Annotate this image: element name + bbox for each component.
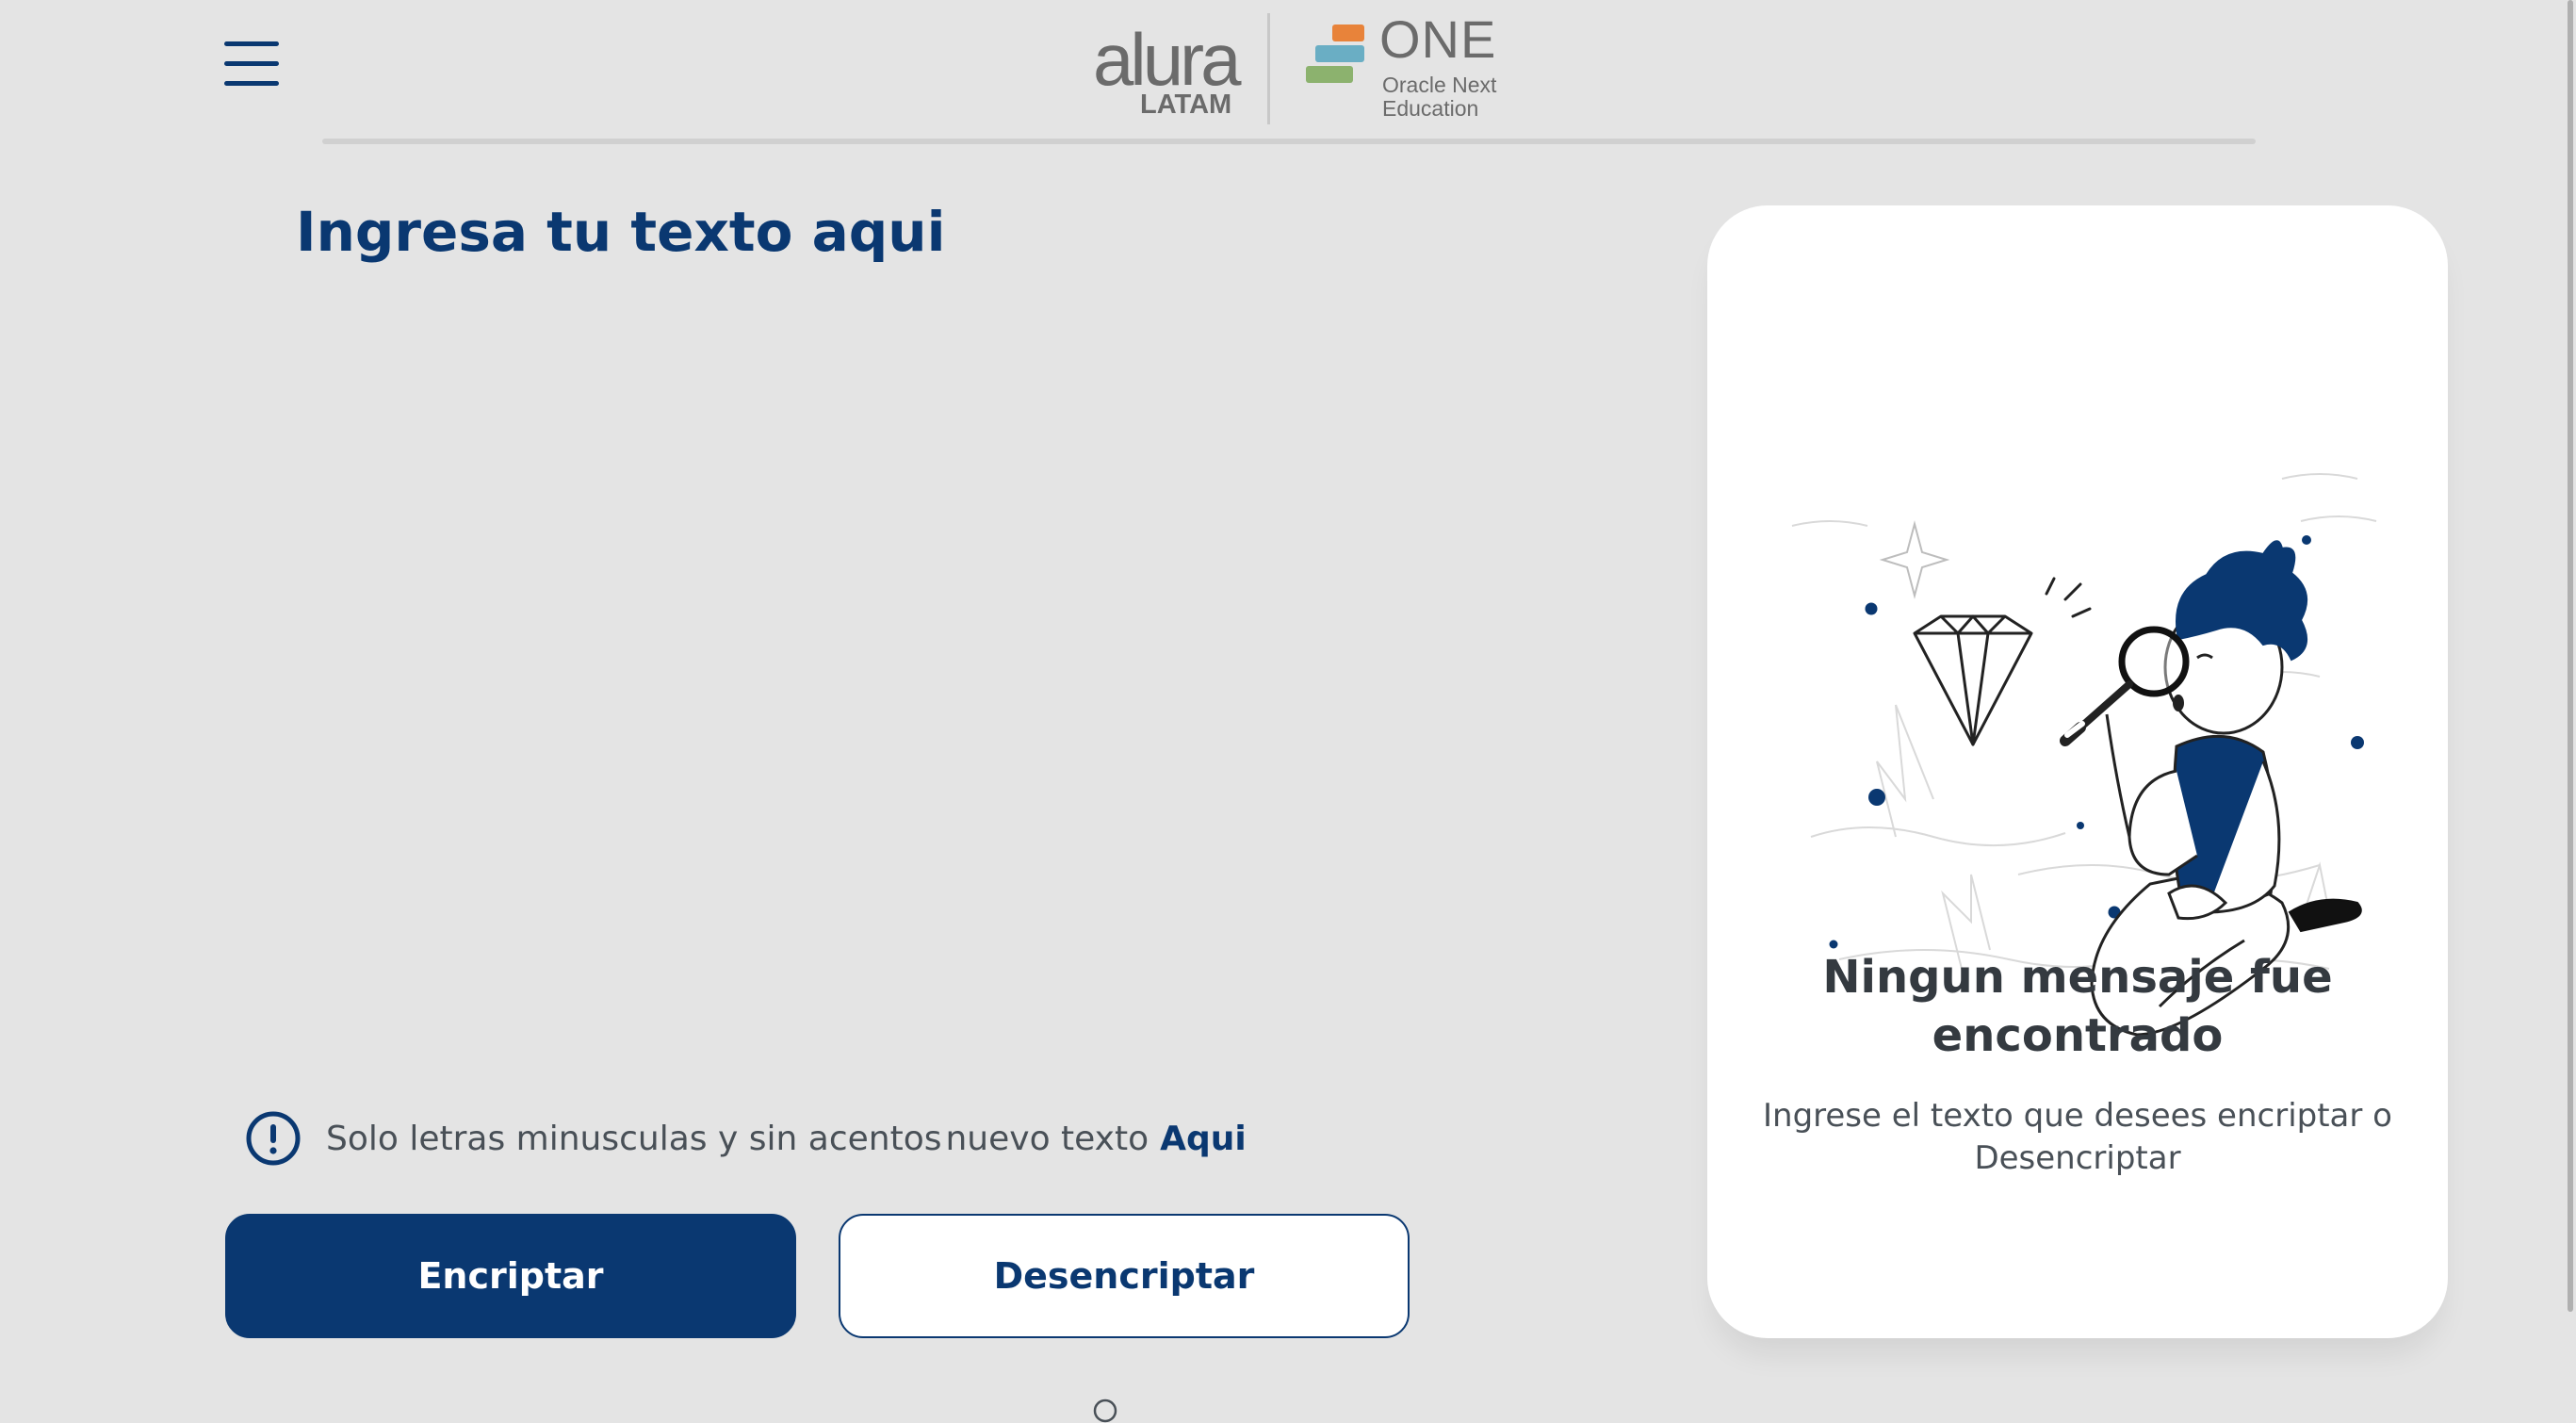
one-logo-mark-icon xyxy=(1306,25,1364,83)
one-logo-subtitle-line1: Oracle Next xyxy=(1382,73,1497,97)
alura-latam-logo: alura LATAM xyxy=(1093,17,1241,121)
one-logo-subtitle: Oracle Next Education xyxy=(1382,74,1524,121)
exclamation-circle-icon xyxy=(246,1111,301,1166)
hamburger-menu-icon[interactable] xyxy=(224,41,281,89)
hint-link[interactable]: Aqui xyxy=(1160,1120,1247,1158)
encrypt-button[interactable]: Encriptar xyxy=(225,1214,796,1338)
hint-row: Solo letras minusculas y sin acentos nue… xyxy=(245,1108,1247,1169)
logo-divider xyxy=(1267,13,1270,124)
one-logo-subtitle-line2: Education xyxy=(1382,96,1479,121)
footer xyxy=(1093,1398,1127,1423)
text-input[interactable] xyxy=(296,200,1379,1029)
header-divider xyxy=(322,139,2256,144)
result-description: Ingrese el texto que desees encriptar o … xyxy=(1763,1097,2392,1177)
hint-text: Solo letras minusculas y sin acentos xyxy=(326,1119,942,1158)
result-title: Ningun mensaje fue encontrado xyxy=(1822,951,2333,1062)
decrypt-button[interactable]: Desencriptar xyxy=(839,1214,1410,1338)
hint-new-text: nuevo texto xyxy=(945,1119,1149,1158)
copyright-icon xyxy=(1093,1398,1117,1423)
result-panel: Ningun mensaje fue encontrado Ingrese el… xyxy=(1707,205,2448,1338)
scrollbar-thumb[interactable] xyxy=(2568,0,2573,1312)
alura-logo-sub: LATAM xyxy=(1140,90,1232,120)
one-logo-title: ONE xyxy=(1379,9,1497,69)
